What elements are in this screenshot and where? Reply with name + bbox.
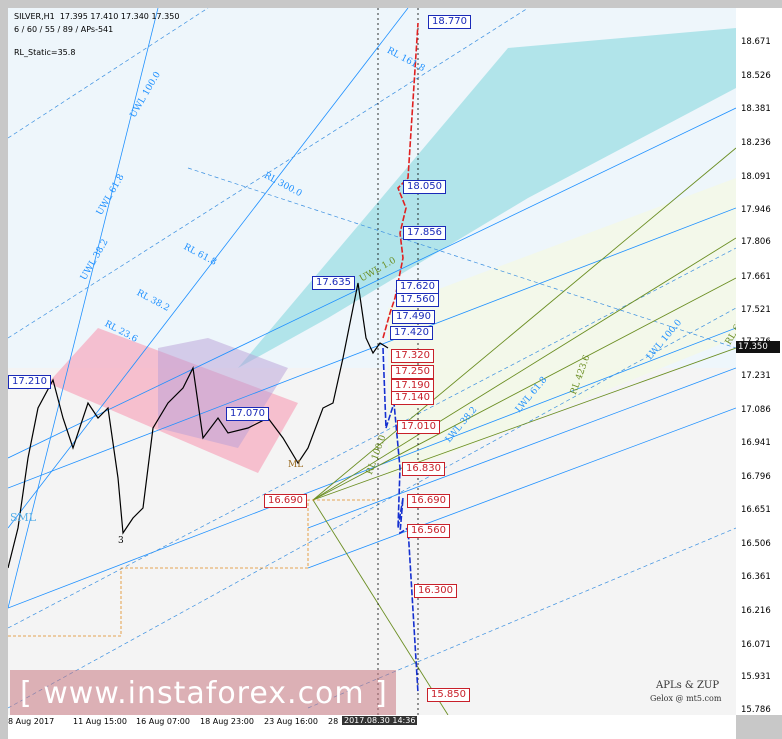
symbol-header: SILVER,H1 17.395 17.410 17.340 17.350 [14,12,180,21]
price-tick: 16.941 [741,438,771,448]
price-label: 17.420 [390,326,433,340]
price-tick: 16.651 [741,505,771,515]
time-tick: 18 Aug 23:00 [200,717,254,726]
orange-step [8,499,378,637]
price-label: 16.560 [407,524,450,538]
credits-apls: APLs & ZUP [656,680,720,691]
price-tick: 16.071 [741,640,771,650]
price-label: 17.620 [396,280,439,294]
current-time-marker: 2017.08.30 14:36 [342,716,418,725]
price-label: 16.830 [402,462,445,476]
price-label: 17.070 [226,407,269,421]
price-tick: 18.671 [741,37,771,47]
time-axis: 8 Aug 2017 11 Aug 15:00 16 Aug 07:00 18 … [8,715,736,739]
price-tick: 17.946 [741,205,771,215]
price-tick: 16.361 [741,572,771,582]
price-label: 17.140 [391,391,434,405]
price-tick: 17.086 [741,405,771,415]
price-label: 16.300 [414,584,457,598]
price-tick: 17.521 [741,305,771,315]
time-tick: 28 [328,717,339,726]
price-tick: 16.796 [741,472,771,482]
time-tick: 8 Aug 2017 [8,717,55,726]
price-tick: 18.526 [741,71,771,81]
price-label: 17.490 [392,310,435,324]
price-label: 18.770 [428,15,471,29]
sml-label: SML [10,511,37,524]
chart-plot-area[interactable] [8,8,736,715]
price-tick: 18.091 [741,172,771,182]
price-axis: 18.671 18.526 18.381 18.236 18.091 17.94… [736,8,782,715]
price-label: 18.050 [403,180,446,194]
price-label: 17.856 [403,226,446,240]
credits-gelox: Gelox @ mt5.com [650,694,722,703]
time-tick: 16 Aug 07:00 [136,717,190,726]
rl-static: RL_Static=35.8 [14,48,76,57]
watermark-text: [ www.instaforex.com ] [20,676,388,711]
price-tick: 17.231 [741,371,771,381]
current-price-marker: 17.350 [736,341,780,353]
price-tick: 16.506 [741,539,771,549]
ml-label: ML [288,460,304,470]
price-label: 16.690 [264,494,307,508]
price-label: 17.635 [312,276,355,290]
price-tick: 16.216 [741,606,771,616]
pivot-3-label: 3 [118,536,124,546]
time-tick: 23 Aug 16:00 [264,717,318,726]
price-label: 17.320 [391,349,434,363]
price-label: 17.250 [391,365,434,379]
price-tick: 18.381 [741,104,771,114]
chart-window: SILVER,H1 17.395 17.410 17.340 17.350 6 … [0,0,782,739]
price-label: 17.210 [8,375,51,389]
chart-canvas [8,8,736,715]
price-label: 17.560 [396,293,439,307]
price-tick: 15.931 [741,672,771,682]
price-label: 17.010 [397,420,440,434]
price-label: 15.850 [427,688,470,702]
price-tick: 17.806 [741,237,771,247]
price-label: 16.690 [407,494,450,508]
price-tick: 17.661 [741,272,771,282]
price-tick: 15.786 [741,705,771,715]
time-tick: 11 Aug 15:00 [73,717,127,726]
params-header: 6 / 60 / 55 / 89 / APs-541 [14,25,114,34]
price-tick: 18.236 [741,138,771,148]
